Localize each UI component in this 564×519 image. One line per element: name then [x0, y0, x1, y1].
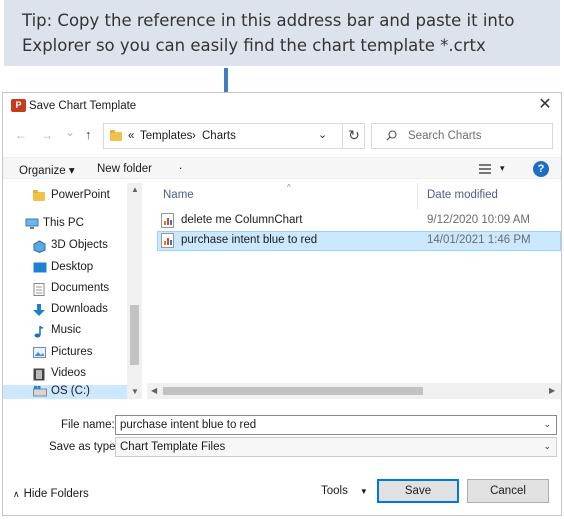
- title-bar: P Save Chart Template ✕: [3, 93, 561, 119]
- view-options-caret-icon[interactable]: ▾: [500, 163, 505, 174]
- file-name: delete me ColumnChart: [181, 214, 303, 226]
- file-name-chevron-down-icon[interactable]: ⌄: [543, 419, 551, 430]
- horizontal-scroll-thumb[interactable]: [163, 387, 423, 395]
- breadcrumb-charts[interactable]: Charts: [202, 130, 236, 142]
- chevron-up-icon: ∧: [13, 489, 20, 499]
- pictures-icon: [33, 347, 46, 358]
- search-placeholder: Search Charts: [408, 130, 482, 142]
- tools-menu-button[interactable]: Tools ▼: [321, 485, 368, 497]
- address-bar[interactable]: « Templates › Charts ⌄ ↻: [103, 123, 365, 149]
- hide-folders-label: Hide Folders: [23, 488, 89, 500]
- navigation-pane: PowerPoint This PC 3D Objects Desktop Do…: [3, 183, 143, 399]
- sidebar-item-label: This PC: [43, 217, 84, 229]
- folder-icon: [110, 130, 122, 141]
- new-folder-button[interactable]: New folder: [97, 163, 152, 175]
- tip-line-2: Explorer so you can easily find the char…: [22, 36, 486, 55]
- column-divider[interactable]: [417, 183, 418, 209]
- dialog-title: Save Chart Template: [29, 100, 137, 112]
- powerpoint-app-icon: P: [11, 99, 26, 112]
- forward-arrow-icon[interactable]: →: [41, 128, 53, 142]
- this-pc-icon: [25, 218, 39, 229]
- chart-template-file-icon: [161, 233, 174, 248]
- address-dropdown-chevron-icon[interactable]: ⌄: [318, 128, 327, 141]
- cancel-button[interactable]: Cancel: [467, 479, 549, 503]
- toolbar-dot: .: [179, 160, 183, 172]
- 3d-objects-icon: [33, 240, 46, 254]
- sidebar-item-label: Downloads: [51, 303, 108, 315]
- breadcrumb-separator: ›: [192, 130, 196, 142]
- refresh-icon[interactable]: ↻: [342, 123, 365, 149]
- column-header-date-modified[interactable]: Date modified: [427, 189, 498, 201]
- recent-locations-chevron-icon[interactable]: ⌄: [65, 125, 75, 139]
- downloads-icon: [33, 304, 46, 316]
- save-as-type-label: Save as type:: [49, 441, 119, 453]
- scroll-left-arrow-icon[interactable]: ◀: [151, 386, 157, 395]
- sidebar-item-label: PowerPoint: [51, 189, 110, 201]
- sidebar-scroll-thumb[interactable]: [130, 305, 139, 365]
- sidebar-item-label: OS (C:): [51, 385, 90, 397]
- navigation-row: ← → ⌄ ↑ « Templates › Charts ⌄ ↻ Search …: [3, 123, 561, 151]
- sidebar-item-label: Pictures: [51, 346, 93, 358]
- drive-icon: [33, 386, 47, 397]
- file-list-pane: Name ^ Date modified delete me ColumnCha…: [147, 183, 561, 399]
- help-icon[interactable]: ?: [533, 161, 549, 177]
- file-date-modified: 9/12/2020 10:09 AM: [427, 214, 530, 226]
- file-list-horizontal-scrollbar[interactable]: ◀ ▶: [147, 383, 561, 399]
- tip-banner: Tip: Copy the reference in this address …: [4, 0, 560, 66]
- sidebar-vertical-scrollbar[interactable]: ▲ ▼: [127, 183, 142, 399]
- folder-icon: [33, 190, 45, 201]
- search-input[interactable]: Search Charts: [371, 123, 553, 149]
- file-row[interactable]: delete me ColumnChart 9/12/2020 10:09 AM: [157, 211, 561, 231]
- scroll-right-arrow-icon[interactable]: ▶: [549, 386, 555, 395]
- tip-line-1: Tip: Copy the reference in this address …: [22, 11, 515, 30]
- close-button[interactable]: ✕: [537, 97, 553, 113]
- sidebar-item-label: Desktop: [51, 261, 94, 273]
- save-button[interactable]: Save: [377, 479, 459, 503]
- file-date-modified: 14/01/2021 1:46 PM: [427, 234, 531, 246]
- sidebar-item-label: 3D Objects: [51, 239, 108, 251]
- file-name-input[interactable]: purchase intent blue to red ⌄: [115, 415, 557, 435]
- sidebar-item-label: Videos: [51, 367, 86, 379]
- documents-icon: [33, 283, 46, 296]
- search-icon: [386, 130, 397, 144]
- file-name: purchase intent blue to red: [181, 234, 318, 246]
- breadcrumb-templates[interactable]: Templates: [140, 130, 192, 142]
- command-bar: Organize ▾ New folder . ▾ ?: [3, 157, 561, 179]
- save-as-type-select[interactable]: Chart Template Files ⌄: [115, 437, 557, 457]
- file-name-value: purchase intent blue to red: [120, 419, 257, 431]
- scroll-down-arrow-icon[interactable]: ▼: [131, 387, 139, 396]
- save-as-type-chevron-down-icon[interactable]: ⌄: [543, 441, 551, 452]
- organize-menu-button[interactable]: Organize ▾: [19, 163, 75, 177]
- hide-folders-button[interactable]: ∧ Hide Folders: [13, 488, 89, 500]
- tools-label: Tools: [321, 485, 348, 497]
- chart-template-file-icon: [161, 213, 174, 228]
- sidebar-item-label: Music: [51, 324, 82, 336]
- up-arrow-icon[interactable]: ↑: [85, 127, 92, 142]
- file-row-selected[interactable]: purchase intent blue to red 14/01/2021 1…: [157, 231, 561, 251]
- scroll-up-arrow-icon[interactable]: ▲: [131, 185, 139, 194]
- file-name-label: File name:: [61, 419, 115, 431]
- view-options-icon[interactable]: [479, 164, 491, 174]
- desktop-icon: [33, 262, 47, 273]
- column-header-name[interactable]: Name: [163, 189, 194, 201]
- save-as-type-value: Chart Template Files: [120, 441, 226, 453]
- tools-caret-icon: ▼: [359, 487, 368, 496]
- sidebar-item-label: Documents: [51, 282, 110, 294]
- back-arrow-icon[interactable]: ←: [15, 128, 27, 142]
- save-chart-template-dialog: P Save Chart Template ✕ ← → ⌄ ↑ « Templa…: [2, 92, 562, 516]
- sort-ascending-caret-icon: ^: [287, 183, 291, 192]
- sidebar-item-os-c[interactable]: OS (C:): [3, 385, 127, 399]
- videos-icon: [33, 368, 46, 381]
- breadcrumb-overflow[interactable]: «: [128, 130, 134, 142]
- music-icon: [33, 325, 46, 338]
